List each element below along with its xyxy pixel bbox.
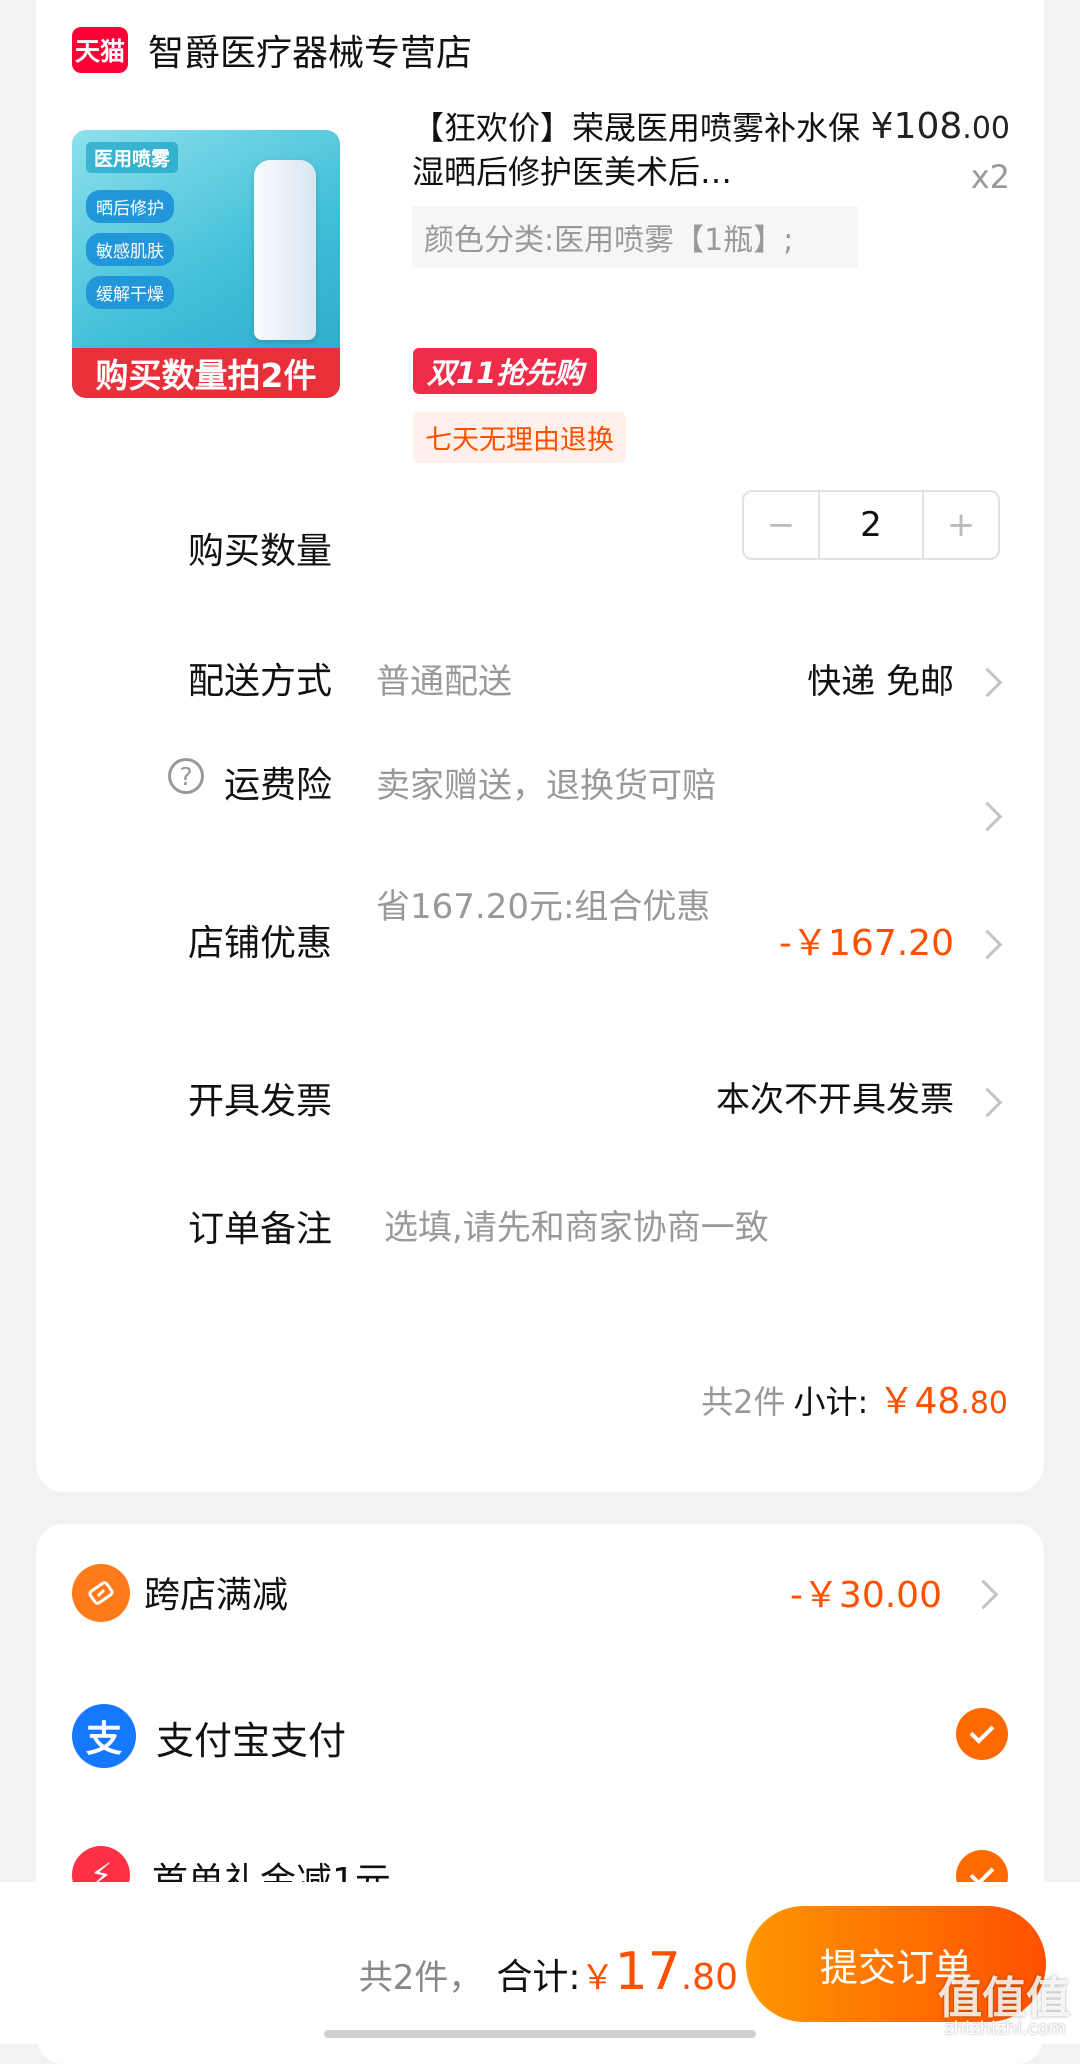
alipay-label: 支付宝支付 [156, 1719, 347, 1763]
chevron-right-icon [972, 1087, 1003, 1118]
subtotal-decimal: .80 [960, 1386, 1008, 1421]
promo-badge: 双11抢先购 [413, 348, 598, 394]
product-price: ¥108.00 [871, 106, 1010, 147]
subtotal-symbol: ￥ [878, 1381, 915, 1422]
shipping-insurance-label: 运费险 [224, 765, 333, 806]
help-icon[interactable]: ? [168, 758, 204, 794]
product-image-chips: 晒后修护 敏感肌肤 缓解干燥 [86, 190, 174, 319]
quantity-stepper: − 2 + [742, 490, 1000, 560]
order-note-label: 订单备注 [188, 1209, 333, 1250]
shipping-insurance-value: 卖家赠送，退换货可赔 [376, 766, 716, 806]
total-symbol: ￥ [580, 1958, 615, 1998]
delivery-value: 普通配送 [376, 662, 512, 702]
quantity-label: 购买数量 [188, 531, 333, 572]
delivery-label: 配送方式 [188, 661, 333, 702]
subtotal-amount: ￥48.80 [878, 1381, 1008, 1422]
total-label: 合计: [496, 1957, 581, 1998]
total-count: 共2件， [358, 1958, 483, 1998]
product-image-tag: 医用喷雾 [86, 142, 179, 173]
decrease-quantity-button[interactable]: − [744, 492, 820, 558]
invoice-value: 本次不开具发票 [716, 1080, 954, 1120]
product-title[interactable]: 【狂欢价】荣晟医用喷雾补水保湿晒后修护医美术后… [412, 106, 862, 194]
subtotal-label: 小计: [793, 1383, 869, 1421]
order-card: 天猫 智爵医疗器械专营店 医用喷雾 晒后修护 敏感肌肤 缓解干燥 购买数量拍2件… [36, 0, 1044, 1492]
return-policy-badge: 七天无理由退换 [413, 412, 626, 463]
tmall-logo: 天猫 [72, 27, 128, 73]
cross-store-discount-amount: -￥30.00 [789, 1575, 942, 1616]
chevron-right-icon [972, 929, 1003, 960]
watermark-url: zhizhizhi.com [944, 2018, 1066, 2039]
delivery-method: 快递 免邮 [807, 662, 954, 702]
order-total: 共2件， 合计:￥17.80 [359, 1942, 738, 2002]
watermark: 值值值 [938, 1973, 1070, 2024]
product-image-chip: 晒后修护 [86, 190, 174, 223]
cross-store-discount-label: 跨店满减 [144, 1575, 289, 1616]
increase-quantity-button[interactable]: + [922, 492, 998, 558]
product-quantity-multiplier: x2 [970, 158, 1010, 196]
subtotal: 共2件 小计: ￥48.80 [701, 1372, 1008, 1424]
product-sku[interactable]: 颜色分类:医用喷雾【1瓶】; [412, 206, 858, 268]
subtotal-integer: 48 [914, 1381, 961, 1422]
store-header[interactable]: 天猫 智爵医疗器械专营店 [72, 24, 472, 76]
alipay-icon: 支 [72, 1704, 136, 1768]
bottom-bar: 共2件， 合计:￥17.80 提交订单 值值值 zhizhizhi.com [0, 1882, 1080, 2044]
chevron-right-icon [972, 801, 1003, 832]
home-indicator[interactable] [324, 2030, 756, 2038]
price-integer: 108 [893, 106, 963, 147]
total-decimal: .80 [680, 1957, 738, 1998]
store-discount-label: 店铺优惠 [188, 923, 333, 964]
quantity-value[interactable]: 2 [820, 492, 922, 558]
store-discount-amount: -￥167.20 [779, 923, 954, 964]
check-icon[interactable] [956, 1708, 1008, 1760]
store-name[interactable]: 智爵医疗器械专营店 [148, 24, 472, 76]
product-image-chip: 敏感肌肤 [86, 233, 174, 266]
product-image[interactable]: 医用喷雾 晒后修护 敏感肌肤 缓解干燥 购买数量拍2件 [72, 130, 340, 398]
subtotal-count: 共2件 [701, 1383, 786, 1421]
store-discount-value: 省167.20元:组合优惠 [376, 887, 711, 927]
coupon-icon [72, 1564, 130, 1622]
product-image-banner: 购买数量拍2件 [72, 348, 340, 398]
total-integer: 17 [614, 1942, 681, 2002]
product-image-chip: 缓解干燥 [86, 276, 174, 309]
spray-bottle-image [254, 160, 316, 340]
chevron-right-icon [972, 667, 1003, 698]
price-symbol: ¥ [870, 106, 894, 147]
order-note-input[interactable]: 选填,请先和商家协商一致 [384, 1200, 769, 1249]
invoice-label: 开具发票 [188, 1081, 333, 1122]
price-decimal: .00 [962, 111, 1010, 146]
